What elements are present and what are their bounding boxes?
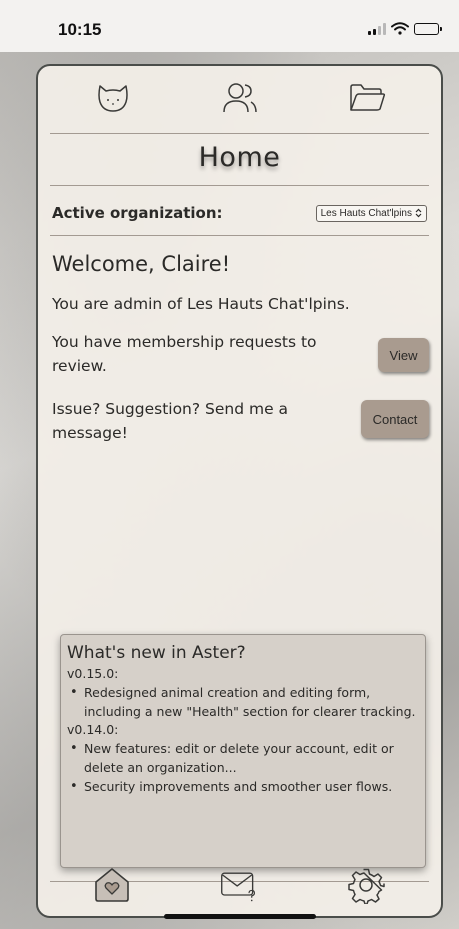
whats-new-panel: What's new in Aster? v0.15.0: Redesigned… xyxy=(60,634,426,868)
users-icon[interactable] xyxy=(220,80,260,116)
divider xyxy=(50,133,429,134)
contact-button[interactable]: Contact xyxy=(361,400,429,438)
organization-row: Active organization: Les Hauts Chat'lpin… xyxy=(52,196,429,230)
organization-selected-value: Les Hauts Chat'lpins xyxy=(320,207,412,219)
home-heart-icon[interactable] xyxy=(92,866,132,904)
contact-text: Issue? Suggestion? Send me a message! xyxy=(52,400,289,442)
version-changes: Redesigned animal creation and editing f… xyxy=(67,683,419,721)
page-title: Home xyxy=(198,142,281,173)
version-changes: New features: edit or delete your accoun… xyxy=(67,739,419,796)
change-item: New features: edit or delete your accoun… xyxy=(67,739,419,777)
change-item: Redesigned animal creation and editing f… xyxy=(67,683,419,721)
status-time: 10:15 xyxy=(58,20,102,39)
membership-text: You have membership requests to review. xyxy=(52,333,317,375)
version-label: v0.15.0: xyxy=(67,666,119,681)
mail-icon[interactable] xyxy=(219,866,259,904)
organization-select[interactable]: Les Hauts Chat'lpins xyxy=(315,204,427,222)
status-bar: 10:15 xyxy=(0,0,459,52)
divider xyxy=(50,185,429,186)
select-chevron-icon xyxy=(415,208,422,218)
signal-icon xyxy=(368,22,386,35)
view-requests-button[interactable]: View xyxy=(378,338,429,372)
home-indicator xyxy=(164,914,316,919)
change-item: Security improvements and smoother user … xyxy=(67,777,419,796)
welcome-heading: Welcome, Claire! xyxy=(52,252,231,276)
version-label: v0.14.0: xyxy=(67,722,119,737)
settings-icon[interactable] xyxy=(346,866,386,904)
app-frame: Home Active organization: Les Hauts Chat… xyxy=(36,64,443,918)
organization-label: Active organization: xyxy=(52,204,223,222)
battery-icon xyxy=(414,22,442,35)
wifi-icon xyxy=(391,22,409,35)
folder-icon[interactable] xyxy=(347,80,387,116)
top-nav xyxy=(38,66,441,132)
bottom-nav xyxy=(38,848,441,916)
whats-new-title: What's new in Aster? xyxy=(67,643,246,663)
cat-icon[interactable] xyxy=(93,80,133,116)
divider xyxy=(50,235,429,236)
admin-text: You are admin of Les Hauts Chat'lpins. xyxy=(52,295,350,313)
status-icons xyxy=(368,22,442,35)
